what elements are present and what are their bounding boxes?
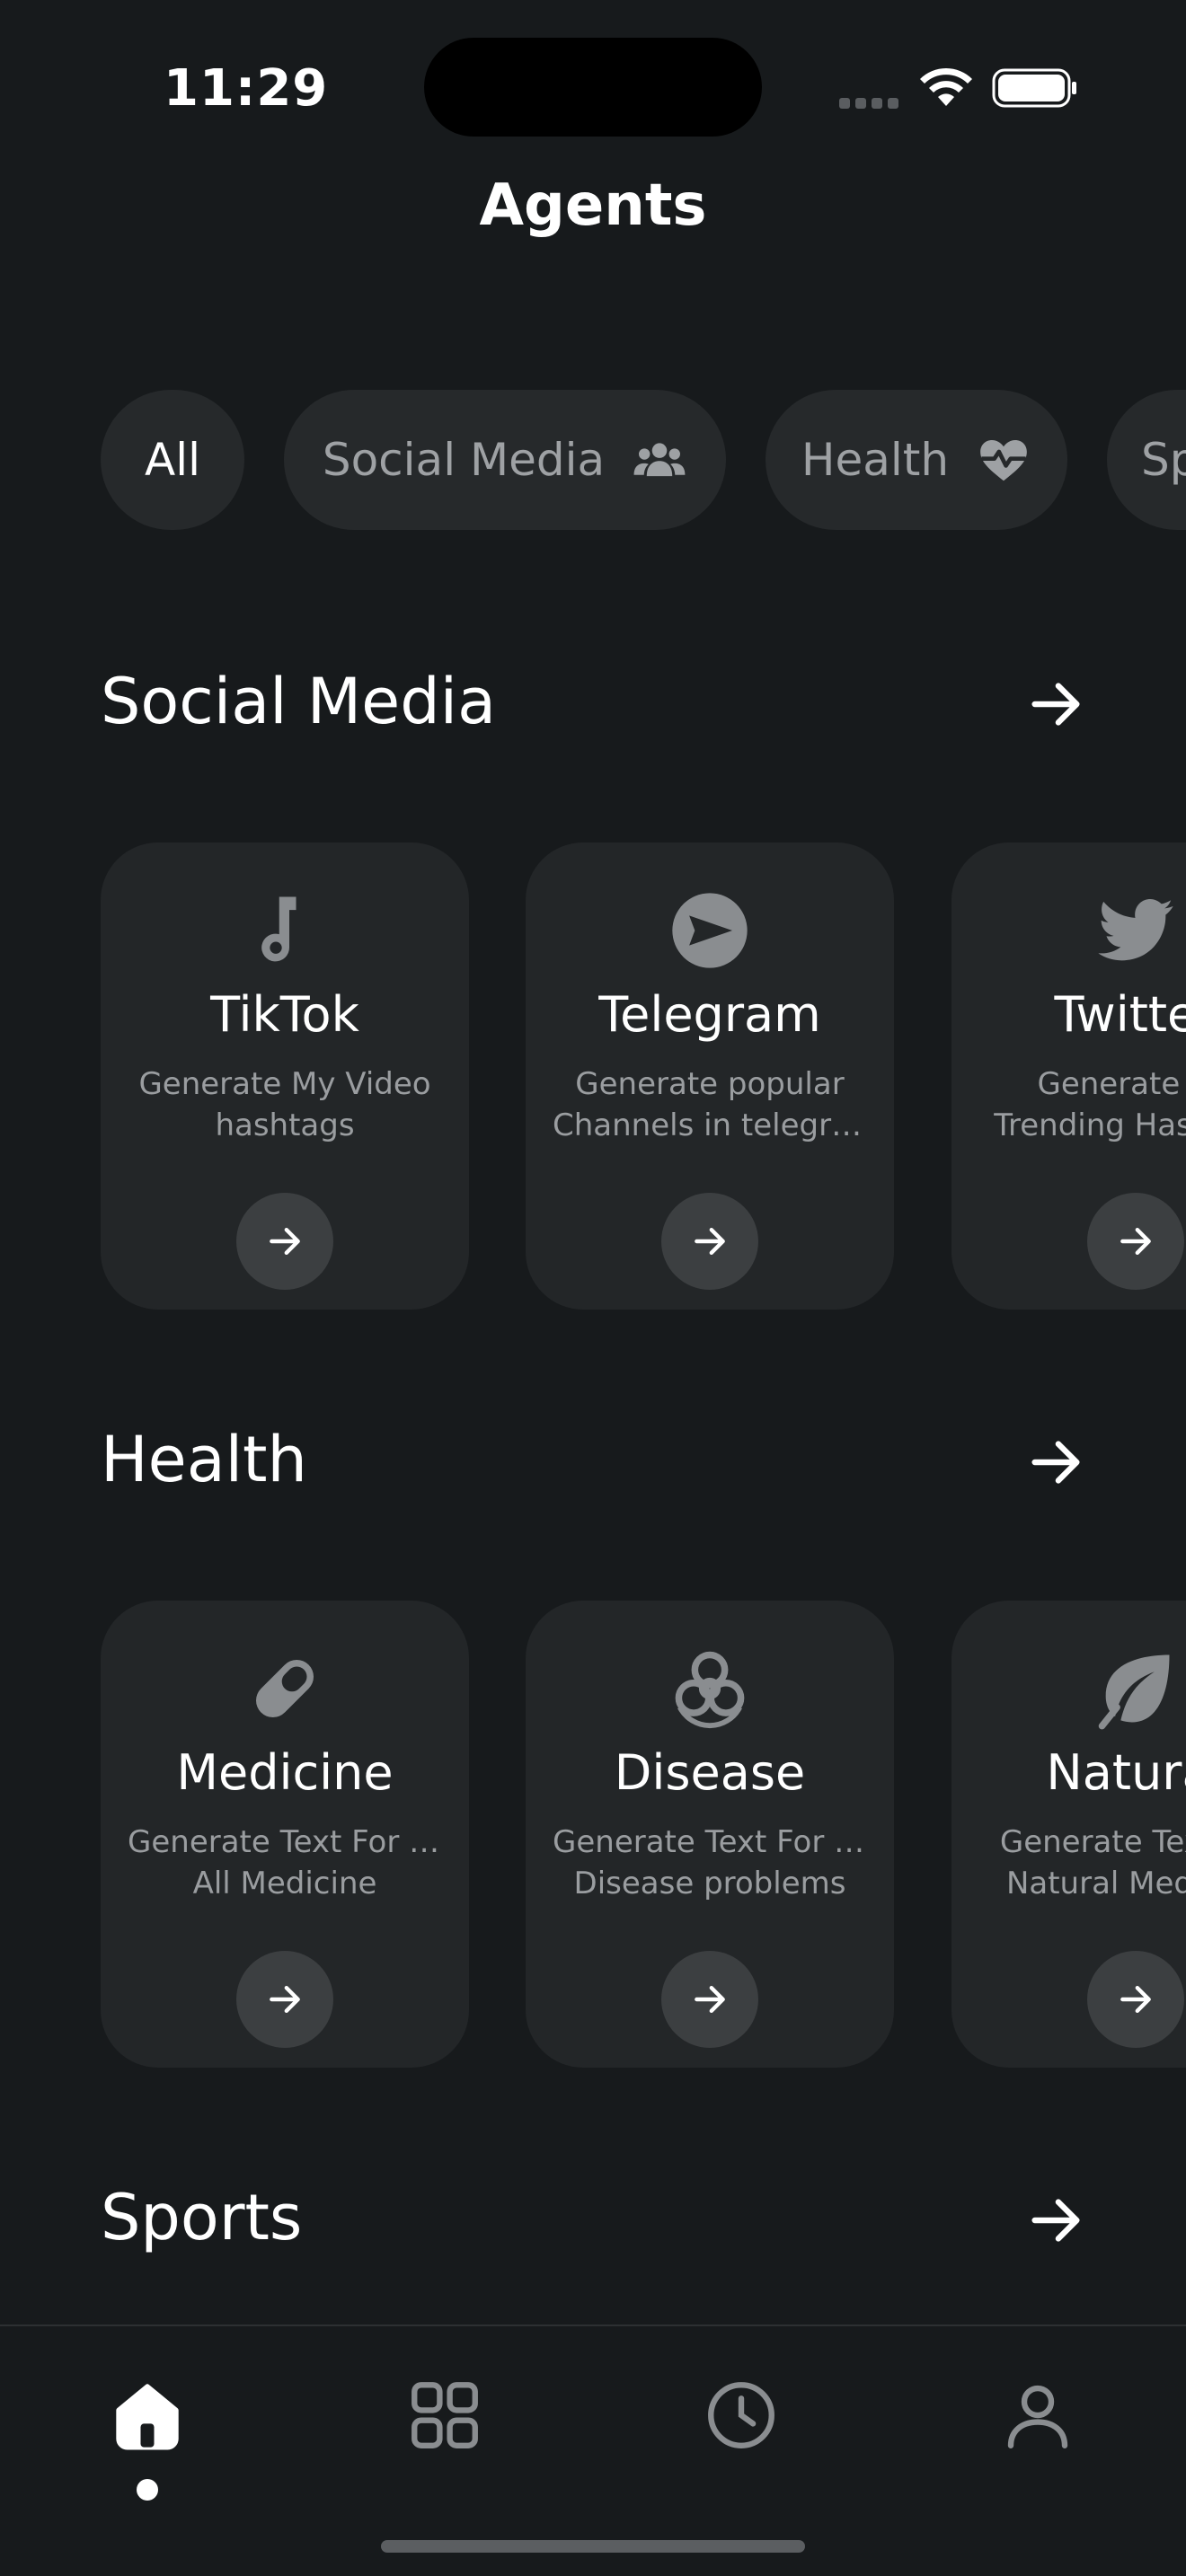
chip-label: Sp (1141, 434, 1186, 486)
telegram-icon (672, 893, 748, 968)
open-agent-button[interactable] (661, 1951, 758, 2048)
see-all-arrow-icon[interactable] (1024, 1431, 1087, 1494)
health-cards: Medicine Generate Text For My All Medicin… (0, 1601, 1186, 2068)
chip-social-media[interactable]: Social Media (284, 390, 726, 530)
section-title-social-media: Social Media (101, 665, 497, 738)
page-title: Agents (479, 172, 707, 239)
grid-icon (412, 2382, 478, 2448)
agent-card-disease[interactable]: Disease Generate Text For All Disease pro… (526, 1601, 894, 2068)
open-agent-button[interactable] (1087, 1193, 1184, 1290)
nav-history[interactable] (701, 2375, 782, 2456)
card-title: TikTok (210, 986, 359, 1043)
status-bar: 11:29 (0, 0, 1186, 171)
home-indicator (381, 2540, 805, 2553)
chip-sports[interactable]: Sp (1107, 390, 1186, 530)
arrow-right-icon (695, 1227, 725, 1256)
arrow-right-icon (1120, 1227, 1151, 1256)
chip-label: Social Media (322, 434, 606, 486)
section-title-sports: Sports (101, 2181, 303, 2254)
see-all-arrow-icon[interactable] (1024, 2189, 1087, 2252)
pill-icon (255, 1659, 314, 1718)
chip-all[interactable]: All (101, 390, 244, 530)
leaf-icon (1098, 1654, 1170, 1730)
battery-icon (992, 68, 1076, 108)
chip-label: All (145, 434, 200, 486)
people-icon (633, 443, 686, 477)
active-indicator-dot (137, 2479, 158, 2501)
category-filter-bar: All Social Media Health Sp (0, 390, 1186, 530)
home-icon (116, 2384, 179, 2450)
chip-label: Health (801, 434, 950, 486)
nav-home[interactable] (107, 2375, 188, 2456)
agent-card-tiktok[interactable]: TikTok Generate My Video hashtags (101, 842, 469, 1310)
section-title-health: Health (101, 1423, 307, 1496)
agent-card-twitter[interactable]: Twitter Generate MyTrending Hashtags (951, 842, 1186, 1310)
agent-card-medicine[interactable]: Medicine Generate Text For My All Medicin… (101, 1601, 469, 2068)
status-time: 11:29 (164, 59, 329, 118)
user-icon (1007, 2385, 1068, 2448)
nav-profile[interactable] (997, 2375, 1078, 2456)
open-agent-button[interactable] (1087, 1951, 1184, 2048)
twitter-bird-icon (1098, 899, 1173, 961)
arrow-right-icon (270, 1227, 300, 1256)
card-description: Generate My Video hashtags (138, 1066, 431, 1143)
open-agent-button[interactable] (236, 1193, 333, 1290)
card-title: Telegram (598, 986, 821, 1043)
music-note-icon (261, 896, 296, 962)
clock-icon (708, 2382, 774, 2448)
card-title: Medicine (176, 1744, 394, 1801)
nav-categories[interactable] (404, 2375, 485, 2456)
card-description: Generate popular Channels in telegra… (553, 1066, 867, 1143)
arrow-right-icon (695, 1985, 725, 2014)
agent-card-telegram[interactable]: Telegram Generate popular Channels in tel… (526, 842, 894, 1310)
open-agent-button[interactable] (236, 1951, 333, 2048)
card-title: Disease (614, 1744, 806, 1801)
card-title: Natural (1046, 1744, 1186, 1801)
card-description: Generate MyTrending Hashtags (994, 1066, 1186, 1143)
chip-health[interactable]: Health (766, 390, 1067, 530)
bottom-navigation (0, 2326, 1186, 2576)
agent-card-natural[interactable]: Natural Generate Text ForNatural Medicin… (951, 1601, 1186, 2068)
cellular-signal-icon (839, 95, 904, 112)
card-description: Generate Text For All Disease problems (553, 1824, 867, 1901)
card-title: Twitter (1054, 986, 1186, 1043)
biohazard-icon (675, 1651, 745, 1728)
arrow-right-icon (270, 1985, 300, 2014)
arrow-right-icon (1120, 1985, 1151, 2014)
card-description: Generate Text For My All Medicine (128, 1824, 442, 1901)
see-all-arrow-icon[interactable] (1024, 673, 1087, 736)
social-media-cards: TikTok Generate My Video hashtags Telegra… (0, 842, 1186, 1310)
dynamic-island (424, 38, 762, 137)
wifi-icon (920, 67, 972, 106)
card-description: Generate Text ForNatural Medicine (999, 1824, 1186, 1901)
heart-pulse-icon (980, 440, 1027, 481)
open-agent-button[interactable] (661, 1193, 758, 1290)
